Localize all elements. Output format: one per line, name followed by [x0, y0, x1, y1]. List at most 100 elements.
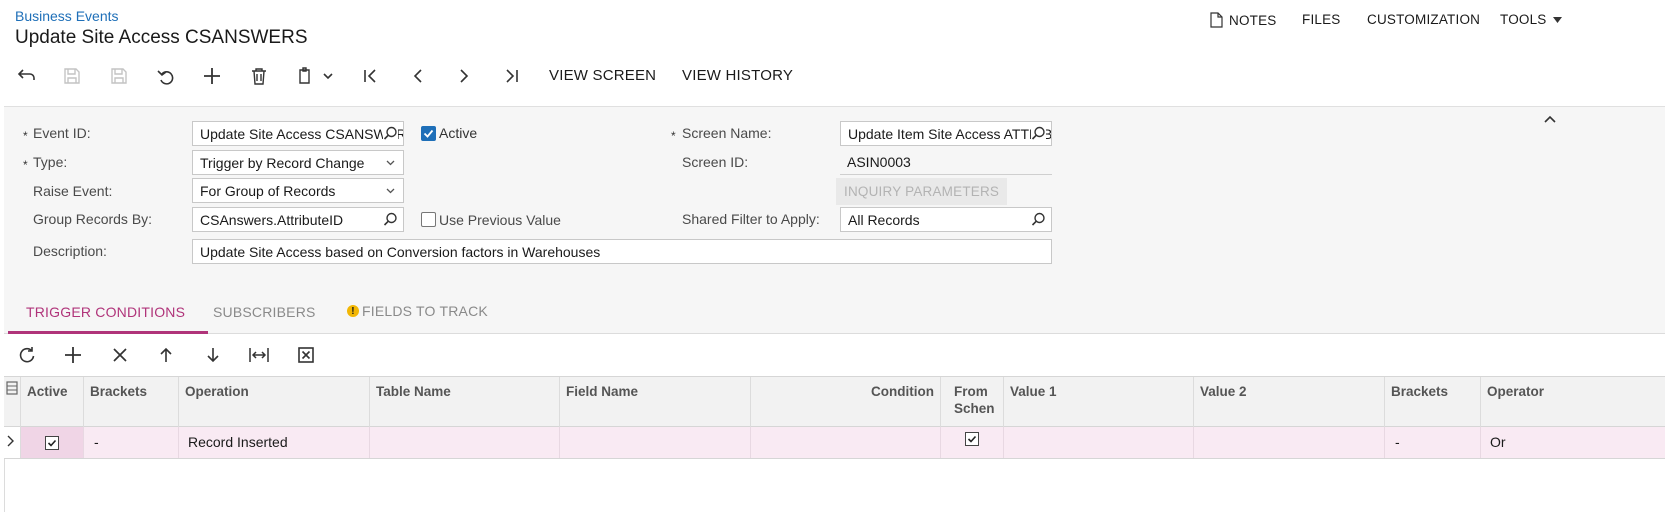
event-id-field[interactable]: Update Site Access CSANSWERS: [192, 121, 404, 146]
required-marker: *: [23, 158, 28, 172]
grid-empty-area: [4, 459, 1665, 512]
search-icon[interactable]: [383, 126, 398, 141]
raise-event-label: Raise Event:: [33, 183, 113, 199]
col-brackets-close[interactable]: Brackets: [1385, 377, 1481, 428]
back-icon[interactable]: [12, 62, 40, 90]
row-value2[interactable]: [1194, 427, 1385, 458]
view-history-button[interactable]: VIEW HISTORY: [682, 67, 793, 84]
delete-row-icon[interactable]: [107, 342, 133, 368]
col-condition[interactable]: Condition: [751, 377, 941, 428]
search-icon[interactable]: [1031, 212, 1046, 227]
chevron-down-icon: [386, 160, 395, 166]
required-marker: *: [671, 129, 676, 143]
fit-columns-icon[interactable]: [246, 342, 272, 368]
next-record-icon[interactable]: [450, 62, 478, 90]
col-operation[interactable]: Operation: [179, 377, 370, 428]
document-icon: [1210, 12, 1223, 28]
event-id-value: Update Site Access CSANSWERS: [200, 126, 404, 142]
warning-icon: !: [347, 305, 359, 317]
save-close-icon[interactable]: [58, 62, 86, 90]
type-label: Type:: [33, 154, 68, 170]
col-operator[interactable]: Operator: [1481, 377, 1665, 428]
group-records-by-label: Group Records By:: [33, 211, 153, 227]
row-field-name[interactable]: [560, 427, 751, 458]
row-brackets-open[interactable]: -: [84, 427, 179, 458]
type-value: Trigger by Record Change: [200, 155, 365, 171]
row-operation[interactable]: Record Inserted: [179, 427, 370, 458]
files-label: FILES: [1302, 12, 1341, 27]
row-active-checkbox[interactable]: [45, 435, 59, 450]
col-value2[interactable]: Value 2: [1194, 377, 1385, 428]
collapse-chevron-icon[interactable]: [1544, 110, 1556, 126]
inquiry-parameters-button[interactable]: INQUIRY PARAMETERS: [836, 178, 1008, 205]
active-checkbox[interactable]: [421, 126, 436, 141]
col-brackets-open[interactable]: Brackets: [84, 377, 179, 428]
last-record-icon[interactable]: [497, 62, 525, 90]
previous-record-icon[interactable]: [404, 62, 432, 90]
table-row[interactable]: - Record Inserted - Or: [4, 427, 1665, 459]
tab-fields-to-track[interactable]: ! FIELDS TO TRACK: [347, 303, 488, 319]
description-label: Description:: [33, 243, 107, 259]
view-screen-button[interactable]: VIEW SCREEN: [549, 67, 656, 84]
group-records-by-field[interactable]: CSAnswers.AttributeID: [192, 207, 404, 232]
description-value: Update Site Access based on Conversion f…: [200, 244, 601, 260]
tools-menu[interactable]: TOOLS: [1500, 12, 1562, 27]
breadcrumb-business-events[interactable]: Business Events: [15, 8, 119, 24]
page-title: Update Site Access CSANSWERS: [15, 27, 308, 48]
screen-name-field[interactable]: Update Item Site Access ATTRIBUTES: [840, 121, 1052, 146]
customization-menu[interactable]: CUSTOMIZATION: [1367, 12, 1480, 27]
first-record-icon[interactable]: [357, 62, 385, 90]
shared-filter-label: Shared Filter to Apply:: [682, 211, 820, 227]
delete-icon[interactable]: [245, 62, 273, 90]
refresh-icon[interactable]: [14, 342, 40, 368]
notes-menu[interactable]: NOTES: [1210, 12, 1277, 28]
move-down-icon[interactable]: [200, 342, 226, 368]
type-select[interactable]: Trigger by Record Change: [192, 150, 404, 175]
group-records-by-value: CSAnswers.AttributeID: [200, 212, 344, 228]
col-table-name[interactable]: Table Name: [370, 377, 560, 428]
chevron-down-icon[interactable]: [318, 62, 338, 90]
use-previous-value-checkbox[interactable]: [421, 212, 436, 227]
col-from-schema-line1: From: [954, 384, 988, 399]
tab-trigger-conditions[interactable]: TRIGGER CONDITIONS: [26, 304, 185, 320]
description-field[interactable]: Update Site Access based on Conversion f…: [192, 239, 1052, 264]
shared-filter-field[interactable]: All Records: [840, 207, 1052, 232]
row-from-schema-checkbox[interactable]: [965, 432, 979, 446]
row-expander-icon[interactable]: [4, 427, 21, 458]
use-previous-value-label: Use Previous Value: [439, 212, 561, 228]
row-brackets-close[interactable]: -: [1385, 427, 1481, 458]
add-row-icon[interactable]: [60, 342, 86, 368]
save-icon[interactable]: [105, 62, 133, 90]
search-icon[interactable]: [383, 212, 398, 227]
col-value1[interactable]: Value 1: [1004, 377, 1194, 428]
row-active-cell[interactable]: [21, 427, 84, 458]
screen-id-value: ASIN0003: [840, 150, 1052, 175]
row-from-schema-cell[interactable]: [941, 427, 1004, 458]
raise-event-value: For Group of Records: [200, 183, 336, 199]
files-menu[interactable]: FILES: [1302, 12, 1341, 27]
tools-label: TOOLS: [1500, 12, 1547, 27]
row-condition[interactable]: [751, 427, 941, 458]
row-table-name[interactable]: [370, 427, 560, 458]
tab-subscribers[interactable]: SUBSCRIBERS: [213, 304, 316, 320]
move-up-icon[interactable]: [153, 342, 179, 368]
row-operator[interactable]: Or: [1481, 427, 1665, 458]
export-excel-icon[interactable]: [293, 342, 319, 368]
screen-id-label: Screen ID:: [682, 154, 749, 170]
add-icon[interactable]: [198, 62, 226, 90]
column-settings-icon[interactable]: [4, 377, 21, 428]
tab-fields-to-track-label: FIELDS TO TRACK: [362, 303, 488, 319]
undo-icon[interactable]: [152, 62, 180, 90]
shared-filter-value: All Records: [848, 212, 920, 228]
notes-label: NOTES: [1229, 12, 1277, 28]
raise-event-select[interactable]: For Group of Records: [192, 178, 404, 203]
active-label: Active: [439, 125, 478, 141]
col-from-schema[interactable]: From Schen: [941, 377, 1004, 428]
customization-label: CUSTOMIZATION: [1367, 12, 1481, 27]
col-active[interactable]: Active: [21, 377, 84, 428]
row-value1[interactable]: [1004, 427, 1194, 458]
col-field-name[interactable]: Field Name: [560, 377, 751, 428]
caret-down-icon: [1552, 16, 1562, 23]
copy-paste-icon[interactable]: [291, 62, 319, 90]
search-icon[interactable]: [1031, 126, 1046, 141]
